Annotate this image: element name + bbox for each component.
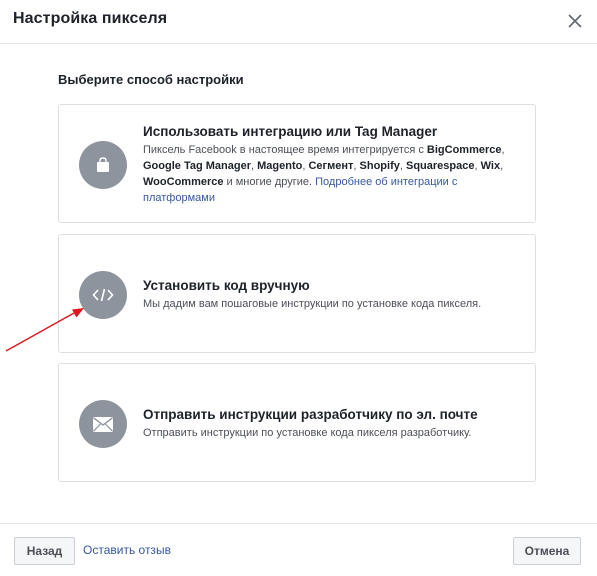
option-email-icon-circle: [79, 400, 127, 448]
partner-name: BigCommerce: [426, 144, 502, 156]
section-subtitle: Выберите способ настройки: [58, 72, 244, 87]
partner-name: Wix: [480, 160, 501, 172]
envelope-icon: [93, 416, 113, 432]
option-email-description: Отправить инструкции по установке кода п…: [143, 427, 472, 439]
back-button[interactable]: Назад: [14, 537, 75, 565]
option-email-title: Отправить инструкции разработчику по эл.…: [143, 407, 478, 422]
code-icon: [92, 288, 114, 302]
dialog-title: Настройка пикселя: [13, 10, 168, 27]
option-email-developer[interactable]: Отправить инструкции разработчику по эл.…: [58, 363, 536, 482]
option-manual-title: Установить код вручную: [143, 278, 310, 293]
option-integration-icon-circle: [79, 141, 127, 189]
partner-name: Magento: [257, 160, 303, 172]
option-manual-description: Мы дадим вам пошаговые инструкции по уст…: [143, 298, 482, 310]
red-arrow-annotation: [5, 308, 84, 352]
option-manual-install[interactable]: Установить код вручную Мы дадим вам поша…: [58, 234, 536, 353]
cancel-button[interactable]: Отмена: [513, 537, 581, 565]
shopping-bag-icon: [97, 157, 109, 172]
partner-name: Google Tag Manager: [143, 160, 251, 172]
option-manual-text: Установить код вручную Мы дадим вам поша…: [143, 277, 521, 312]
close-icon[interactable]: [566, 12, 584, 30]
partner-name: WooCommerce: [143, 176, 224, 188]
partner-name: Сегмент: [308, 160, 354, 172]
integration-intro: Пиксель Facebook в настоящее время интег…: [143, 144, 424, 156]
integration-tail: и многие другие.: [226, 176, 313, 188]
partner-name: Shopify: [359, 160, 400, 172]
option-integration-description: Пиксель Facebook в настоящее время интег…: [143, 144, 505, 204]
option-integration[interactable]: Использовать интеграцию или Tag Manager …: [58, 104, 536, 223]
leave-feedback-link[interactable]: Оставить отзыв: [83, 543, 171, 557]
option-integration-text: Использовать интеграцию или Tag Manager …: [143, 123, 521, 206]
partner-name: Squarespace: [406, 160, 475, 172]
dialog-footer: Назад Оставить отзыв Отмена: [0, 523, 597, 576]
option-email-text: Отправить инструкции разработчику по эл.…: [143, 406, 521, 441]
option-integration-title: Использовать интеграцию или Tag Manager: [143, 124, 438, 139]
dialog-header: Настройка пикселя: [0, 0, 597, 44]
